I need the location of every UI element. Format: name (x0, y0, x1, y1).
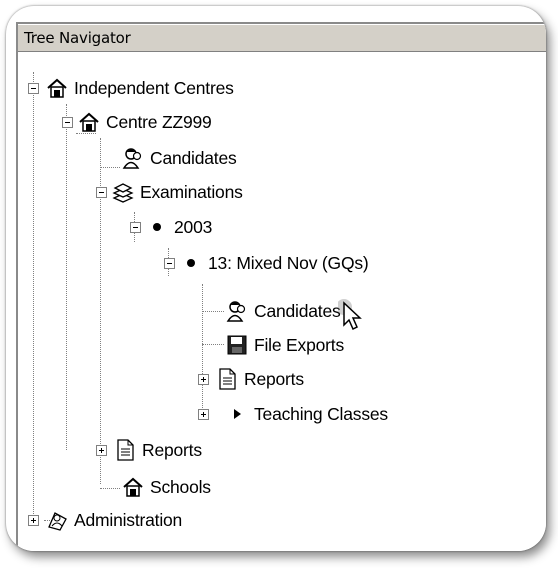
tree-item-label: Independent Centres (74, 77, 234, 98)
tree-navigator-window: Tree Navigator Independent Centres Centr… (6, 6, 546, 551)
collapse-toggle[interactable] (62, 117, 73, 128)
tree-item-centre[interactable]: Centre ZZ999 (78, 108, 212, 136)
tree-item-label: File Exports (254, 334, 344, 355)
tree-item-label: Reports (142, 439, 202, 460)
tree-connector (202, 284, 203, 412)
books-icon (112, 181, 134, 203)
admin-people-icon (46, 509, 68, 531)
panel-title-bar: Tree Navigator (18, 24, 546, 52)
tree-item-label: 13: Mixed Nov (GQs) (208, 252, 369, 273)
collapse-toggle[interactable] (28, 83, 39, 94)
tree-item-centre-reports[interactable]: Reports (114, 436, 202, 464)
tree-item-label: Examinations (140, 181, 243, 202)
house-icon (122, 476, 144, 498)
people-icon (226, 300, 248, 322)
tree-item-label: Administration (74, 509, 183, 530)
document-icon (114, 439, 136, 461)
tree-connector (66, 104, 67, 450)
expand-toggle[interactable] (28, 515, 39, 526)
house-icon (46, 77, 68, 99)
tree-item-label: Schools (150, 476, 211, 497)
tree-connector (33, 72, 34, 520)
bullet-icon (146, 216, 168, 238)
document-icon (216, 368, 238, 390)
tree-navigator-panel: Tree Navigator Independent Centres Centr… (16, 22, 546, 551)
tree-connector (202, 311, 224, 312)
play-triangle-icon (226, 403, 248, 425)
expand-toggle[interactable] (198, 374, 209, 385)
bullet-icon (180, 252, 202, 274)
tree-item-label: Teaching Classes (254, 403, 388, 424)
tree-item-exam-series[interactable]: 13: Mixed Nov (GQs) (180, 249, 369, 277)
people-icon (122, 147, 144, 169)
tree-item-series-reports[interactable]: Reports (216, 365, 304, 393)
tree-item-teaching-classes[interactable]: Teaching Classes (226, 400, 388, 428)
expand-toggle[interactable] (198, 409, 209, 420)
expand-toggle[interactable] (96, 445, 107, 456)
tree-item-examinations[interactable]: Examinations (112, 178, 243, 206)
tree-item-administration[interactable]: Administration (46, 506, 182, 534)
floppy-disk-icon (226, 334, 248, 356)
tree-item-label: Centre ZZ999 (106, 111, 212, 132)
tree-item-label: Candidates (254, 300, 341, 321)
tree-item-independent-centres[interactable]: Independent Centres (46, 74, 234, 102)
tree-item-label: Candidates (150, 147, 237, 168)
tree-connector (202, 344, 224, 345)
tree-item-file-exports[interactable]: File Exports (226, 331, 344, 359)
tree-item-schools[interactable]: Schools (122, 473, 211, 501)
tree-view[interactable]: Independent Centres Centre ZZ999 Candida… (18, 52, 546, 551)
tree-item-candidates[interactable]: Candidates (122, 144, 237, 172)
tree-item-label: Reports (244, 368, 304, 389)
collapse-toggle[interactable] (130, 222, 141, 233)
house-icon (78, 111, 100, 133)
tree-connector (100, 488, 120, 489)
mouse-pointer-icon (336, 299, 368, 338)
collapse-toggle[interactable] (164, 258, 175, 269)
panel-title: Tree Navigator (24, 29, 131, 47)
tree-item-label: 2003 (174, 216, 213, 237)
tree-connector (100, 167, 120, 168)
tree-item-year[interactable]: 2003 (146, 213, 212, 241)
collapse-toggle[interactable] (96, 187, 107, 198)
tree-item-series-candidates[interactable]: Candidates (226, 297, 341, 325)
